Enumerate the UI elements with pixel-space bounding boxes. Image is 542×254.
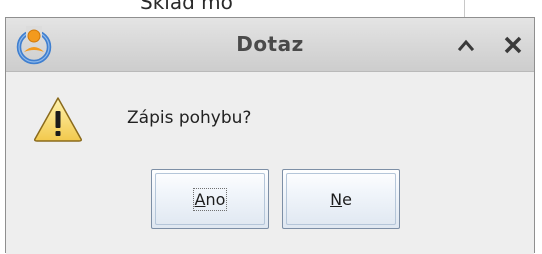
yes-button[interactable]: Ano bbox=[151, 169, 269, 229]
dialog-message: Zápis pohybu? bbox=[127, 108, 252, 128]
question-dialog: Dotaz Zápis pohybu? Ano Ne bbox=[5, 17, 535, 254]
no-button[interactable]: Ne bbox=[282, 169, 400, 229]
close-button[interactable] bbox=[499, 31, 527, 59]
maximize-button[interactable] bbox=[452, 31, 480, 59]
chevron-up-icon bbox=[457, 39, 475, 52]
close-icon bbox=[504, 36, 522, 54]
no-button-label: Ne bbox=[330, 189, 352, 209]
background-divider bbox=[464, 0, 465, 18]
title-bar[interactable]: Dotaz bbox=[6, 18, 534, 72]
background-window: Sklad mo bbox=[0, 0, 542, 18]
dialog-body: Zápis pohybu? Ano Ne bbox=[6, 72, 534, 254]
background-window-text: Sklad mo bbox=[140, 0, 233, 14]
warning-icon bbox=[32, 95, 84, 143]
yes-button-label: Ano bbox=[192, 187, 228, 211]
